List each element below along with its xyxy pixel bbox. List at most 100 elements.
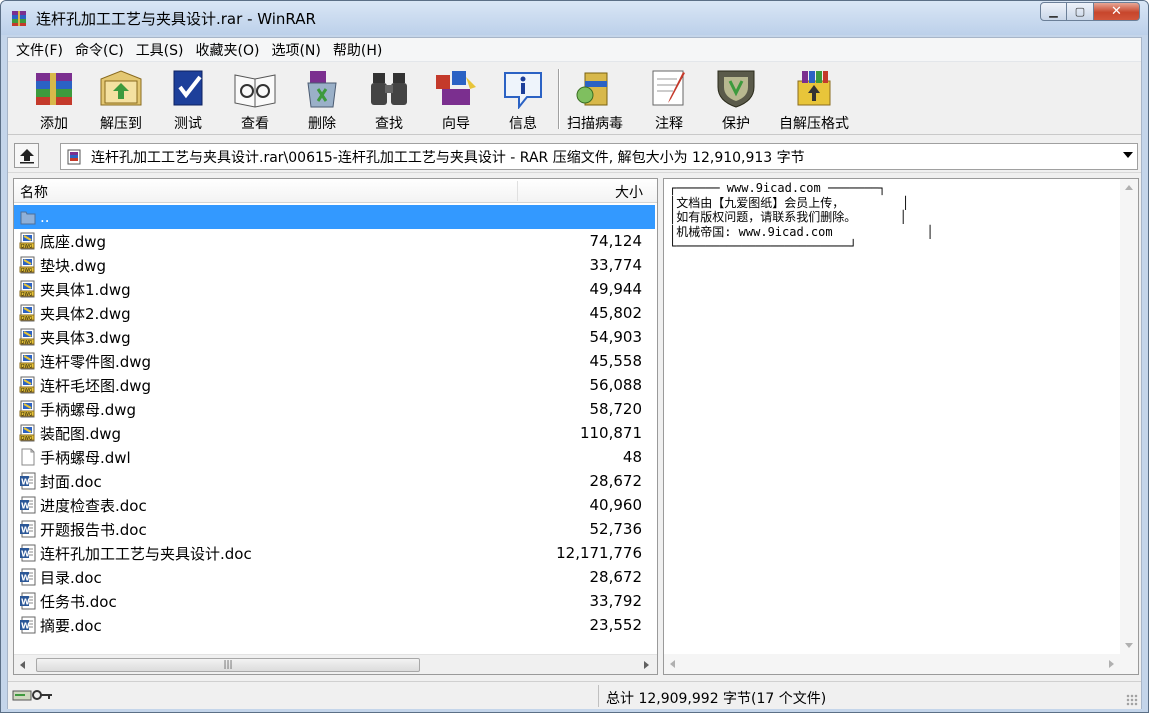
parent-folder-icon — [19, 208, 37, 226]
menu-file[interactable]: 文件(F) — [12, 40, 67, 60]
comment-button[interactable]: 注释 — [639, 67, 699, 132]
menu-options[interactable]: 选项(N) — [267, 40, 324, 60]
virus-scan-label: 扫描病毒 — [567, 116, 623, 132]
dwg-file-icon: DWG — [19, 232, 37, 250]
file-row[interactable]: W 目录.doc 28,672 — [14, 565, 657, 589]
scroll-left-icon[interactable] — [20, 661, 25, 669]
menu-commands[interactable]: 命令(C) — [71, 40, 128, 60]
view-label: 查看 — [241, 116, 269, 132]
svg-text:DWG: DWG — [21, 268, 33, 274]
file-row[interactable]: DWG 连杆零件图.dwg 45,558 — [14, 349, 657, 373]
menu-favorites[interactable]: 收藏夹(O) — [192, 40, 264, 60]
menu-help[interactable]: 帮助(H) — [329, 40, 386, 60]
test-button[interactable]: 测试 — [158, 67, 218, 132]
maximize-button[interactable]: ▢ — [1067, 2, 1094, 21]
delete-icon — [307, 71, 337, 108]
extract-to-button[interactable]: 解压到 — [91, 67, 151, 132]
scroll-left-icon[interactable] — [670, 660, 675, 668]
wizard-button[interactable]: 向导 — [426, 67, 486, 132]
file-row[interactable]: DWG 夹具体1.dwg 49,944 — [14, 277, 657, 301]
status-divider — [598, 685, 599, 707]
protect-button[interactable]: 保护 — [706, 67, 766, 132]
scroll-right-icon[interactable] — [644, 661, 649, 669]
comment-horizontal-scrollbar[interactable] — [664, 654, 1138, 674]
view-button[interactable]: 查看 — [225, 67, 285, 132]
title-bar[interactable]: 连杆孔加工工艺与夹具设计.rar - WinRAR ▁ ▢ ✕ — [1, 1, 1148, 35]
svg-text:W: W — [21, 526, 30, 535]
scroll-up-icon[interactable] — [1125, 185, 1133, 190]
find-button[interactable]: 查找 — [359, 67, 419, 132]
file-row[interactable]: DWG 装配图.dwg 110,871 — [14, 421, 657, 445]
minimize-button[interactable]: ▁ — [1040, 2, 1067, 21]
add-button[interactable]: 添加 — [24, 67, 84, 132]
find-label: 查找 — [375, 116, 403, 132]
file-row[interactable]: W 开题报告书.doc 52,736 — [14, 517, 657, 541]
key-icon[interactable] — [32, 688, 54, 702]
column-name[interactable]: 名称 — [20, 182, 48, 202]
file-row[interactable]: W 连杆孔加工工艺与夹具设计.doc 12,171,776 — [14, 541, 657, 565]
status-bar: 总计 12,909,992 字节(17 个文件) — [8, 681, 1141, 709]
protect-label: 保护 — [722, 116, 750, 132]
sfx-button[interactable]: 自解压格式 — [774, 67, 854, 132]
chevron-down-icon[interactable] — [1123, 152, 1133, 158]
archive-icon — [67, 149, 81, 164]
file-row[interactable]: DWG 夹具体3.dwg 54,903 — [14, 325, 657, 349]
file-list: 名称 大小 .. DWG 底座.dwg 74,124 DWG 垫块.dwg 33,774 DW… — [13, 178, 658, 675]
file-row[interactable]: W 摘要.doc 23,552 — [14, 613, 657, 637]
file-row[interactable]: 手柄螺母.dwl 48 — [14, 445, 657, 469]
maximize-icon: ▢ — [1074, 5, 1086, 18]
virus-scan-button[interactable]: 扫描病毒 — [565, 67, 625, 132]
column-size[interactable]: 大小 — [615, 182, 643, 202]
file-row[interactable]: DWG 底座.dwg 74,124 — [14, 229, 657, 253]
info-button[interactable]: 信息 — [493, 67, 553, 132]
file-size: 74,124 — [589, 232, 643, 250]
file-name: 装配图.dwg — [40, 424, 122, 443]
file-row[interactable]: .. — [14, 205, 655, 229]
file-name: 任务书.doc — [40, 592, 117, 611]
svg-text:DWG: DWG — [21, 388, 33, 394]
status-icons — [12, 688, 54, 702]
menu-tools[interactable]: 工具(S) — [132, 40, 188, 60]
file-row[interactable]: DWG 夹具体2.dwg 45,802 — [14, 301, 657, 325]
column-divider[interactable] — [517, 181, 518, 201]
svg-text:W: W — [21, 598, 30, 607]
file-row[interactable]: DWG 连杆毛坯图.dwg 56,088 — [14, 373, 657, 397]
up-arrow-icon — [19, 148, 34, 163]
file-name: 进度检查表.doc — [40, 496, 147, 515]
vertical-scrollbar[interactable] — [1120, 179, 1138, 654]
file-row[interactable]: W 任务书.doc 33,792 — [14, 589, 657, 613]
file-name: .. — [40, 208, 50, 226]
dwg-file-icon: DWG — [19, 400, 37, 418]
sfx-icon — [797, 71, 831, 106]
archive-comment: ┌────── www.9icad.com ───────┐ │文档由【九爱图纸… — [669, 181, 934, 253]
drive-icon[interactable] — [12, 688, 32, 702]
file-name: 连杆零件图.dwg — [40, 352, 152, 371]
word-doc-icon: W — [19, 568, 37, 586]
scroll-right-icon[interactable] — [1109, 660, 1114, 668]
svg-text:DWG: DWG — [21, 340, 33, 346]
dwg-file-icon: DWG — [19, 376, 37, 394]
file-row[interactable]: DWG 手柄螺母.dwg 58,720 — [14, 397, 657, 421]
horizontal-scrollbar[interactable]: ||| — [14, 654, 657, 674]
address-bar[interactable]: 连杆孔加工工艺与夹具设计.rar\00615-连杆孔加工工艺与夹具设计 - RA… — [60, 143, 1138, 170]
client-area: 文件(F) 命令(C) 工具(S) 收藏夹(O) 选项(N) 帮助(H) 添加 — [7, 37, 1142, 709]
up-folder-button[interactable] — [14, 143, 39, 168]
file-row[interactable]: W 封面.doc 28,672 — [14, 469, 657, 493]
svg-text:W: W — [21, 502, 30, 511]
file-size: 58,720 — [589, 400, 643, 418]
extract-to-icon — [100, 70, 142, 106]
file-size: 40,960 — [589, 496, 643, 514]
close-button[interactable]: ✕ — [1094, 2, 1140, 21]
delete-button[interactable]: 删除 — [292, 67, 352, 132]
file-size: 52,736 — [589, 520, 643, 538]
test-icon — [173, 70, 203, 106]
file-size: 23,552 — [589, 616, 643, 634]
file-size: 110,871 — [579, 424, 642, 442]
svg-text:DWG: DWG — [21, 292, 33, 298]
resize-grip-icon[interactable] — [1126, 694, 1138, 706]
file-row[interactable]: W 进度检查表.doc 40,960 — [14, 493, 657, 517]
file-row[interactable]: DWG 垫块.dwg 33,774 — [14, 253, 657, 277]
svg-text:DWG: DWG — [21, 436, 33, 442]
scroll-down-icon[interactable] — [1125, 643, 1133, 648]
scrollbar-thumb[interactable]: ||| — [36, 658, 420, 672]
